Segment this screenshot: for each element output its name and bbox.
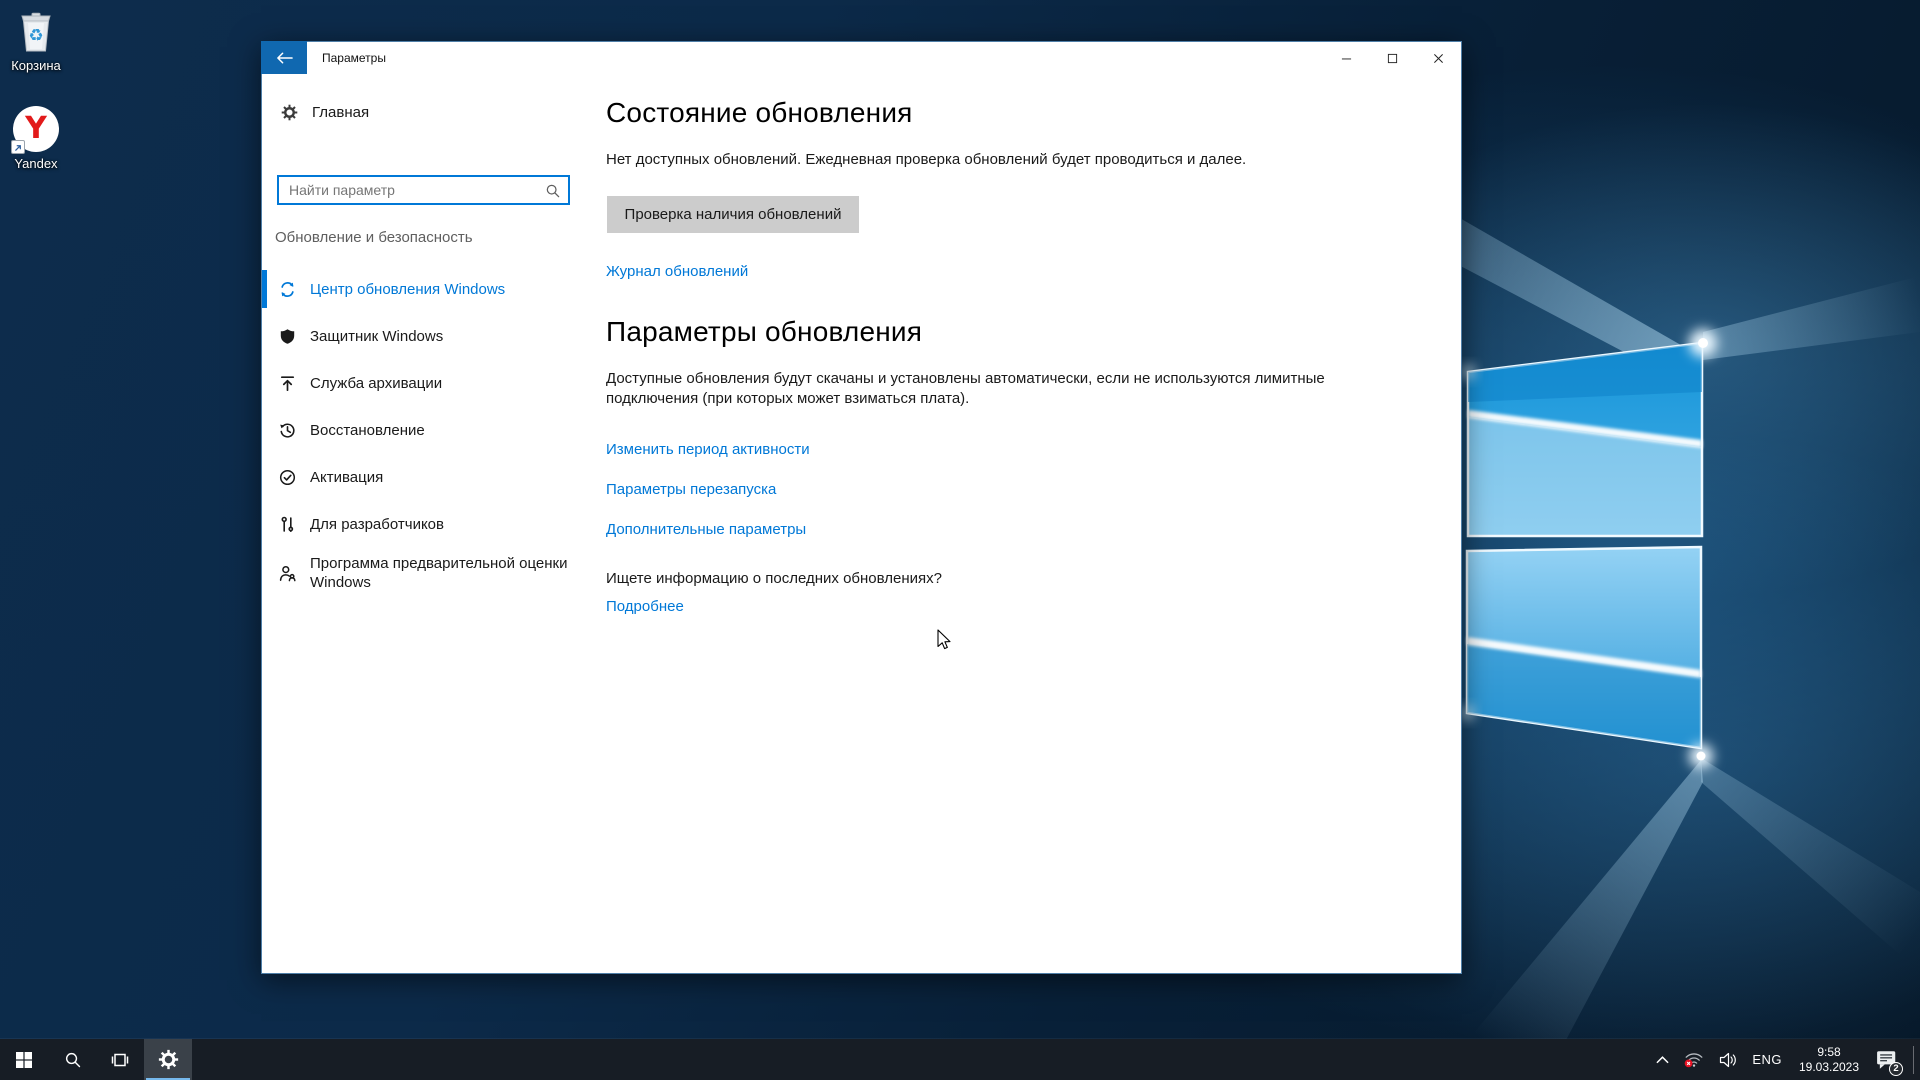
taskbar: ENG 9:58 19.03.2023 2 [0,1039,1920,1080]
developer-tools-icon [279,516,296,533]
system-tray: ENG 9:58 19.03.2023 2 [1654,1039,1920,1080]
svg-text:♻: ♻ [28,26,43,46]
titlebar: Параметры [261,41,1461,74]
sidebar-item-windows-update[interactable]: Центр обновления Windows [262,270,597,308]
update-history-link[interactable]: Журнал обновлений [606,263,748,280]
clock-time: 9:58 [1817,1044,1841,1059]
active-hours-link[interactable]: Изменить период активности [606,441,810,458]
options-text: Доступные обновления будут скачаны и уст… [606,370,1325,407]
maximize-icon [1387,53,1398,64]
recovery-icon [279,422,296,439]
start-button[interactable] [0,1039,48,1080]
gear-icon [281,104,298,121]
sidebar-item-developers[interactable]: Для разработчиков [262,505,597,543]
sidebar-item-backup[interactable]: Служба архивации [262,364,597,402]
advanced-options-link[interactable]: Дополнительные параметры [606,521,806,538]
show-desktop-button[interactable] [1913,1045,1914,1074]
desktop-icon-yandex[interactable]: Y Yandex [0,106,72,171]
search-icon[interactable] [545,183,560,198]
sidebar-item-defender[interactable]: Защитник Windows [262,317,597,355]
selected-indicator [262,270,267,308]
search-input[interactable] [279,177,545,203]
options-heading: Параметры обновления [606,316,923,347]
close-button[interactable] [1415,42,1461,74]
windows-logo-icon [16,1052,32,1068]
restart-options-link[interactable]: Параметры перезапуска [606,481,776,498]
settings-sidebar: Главная Обновление и безопасность Центр … [262,74,597,973]
sidebar-section-label: Обновление и безопасность [275,229,473,246]
clock-date: 19.03.2023 [1798,1059,1860,1074]
notification-badge: 2 [1889,1062,1903,1076]
gear-icon [158,1049,179,1070]
sidebar-item-insider-program[interactable]: Программа предварительной оценки Windows [262,552,592,594]
back-button[interactable] [261,41,307,74]
learn-more-link[interactable]: Подробнее [606,598,684,615]
status-heading: Состояние обновления [606,97,913,128]
sidebar-item-recovery[interactable]: Восстановление [262,411,597,449]
sync-icon [279,281,296,298]
task-view-button[interactable] [96,1039,144,1080]
activation-check-icon [279,469,296,486]
sidebar-nav: Центр обновления Windows Защитник Window… [262,270,597,594]
clock[interactable]: 9:58 19.03.2023 [1795,1039,1863,1080]
back-arrow-icon [276,52,293,64]
shortcut-arrow-icon [11,140,25,154]
desktop-icon-recycle-bin[interactable]: ♻ Корзина [0,8,72,73]
desktop-icon-label: Корзина [11,58,61,73]
chevron-up-icon [1656,1056,1669,1064]
yandex-browser-icon: Y [11,106,59,154]
settings-window: Параметры Главная Обновление и безопасно… [261,41,1462,974]
status-text: Нет доступных обновлений. Ежедневная про… [606,151,1247,168]
backup-icon [279,375,296,392]
close-icon [1433,53,1444,64]
tray-chevron-button[interactable] [1654,1039,1671,1080]
window-title: Параметры [322,51,386,65]
sidebar-item-activation[interactable]: Активация [262,458,597,496]
network-disconnected-icon [1685,1053,1703,1068]
insider-person-icon [279,565,296,582]
maximize-button[interactable] [1369,42,1415,74]
taskbar-settings-button[interactable] [144,1039,192,1080]
search-icon [64,1051,81,1068]
home-label: Главная [312,103,370,121]
language-indicator[interactable]: ENG [1750,1039,1784,1080]
recycle-bin-icon: ♻ [0,8,72,54]
search-box [277,175,570,205]
network-status-button[interactable] [1682,1039,1706,1080]
taskbar-search-button[interactable] [48,1039,96,1080]
desktop-icon-label: Yandex [14,156,58,171]
info-question-text: Ищете информацию о последних обновлениях… [606,570,942,587]
minimize-icon [1341,53,1352,64]
task-view-icon [110,1050,130,1070]
volume-button[interactable] [1717,1039,1739,1080]
notification-center-button[interactable]: 2 [1874,1039,1903,1080]
minimize-button[interactable] [1323,42,1369,74]
sidebar-item-home[interactable]: Главная [281,98,369,126]
shield-icon [279,328,296,345]
settings-content: Состояние обновления Нет доступных обнов… [606,74,1461,973]
desktop: ♻ Корзина Y Yandex Параметры Главная Най… [0,0,1920,1080]
speaker-icon [1719,1052,1737,1068]
check-updates-button[interactable]: Проверка наличия обновлений [607,196,859,233]
